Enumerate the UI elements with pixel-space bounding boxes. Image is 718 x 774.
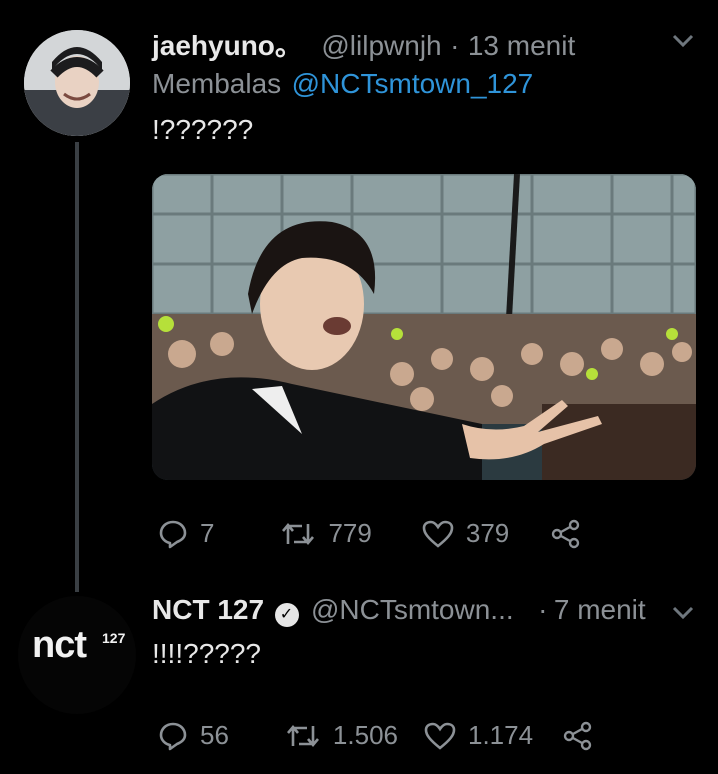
share-icon bbox=[552, 519, 580, 548]
reply-prefix: Membalas bbox=[152, 68, 282, 99]
separator: · bbox=[450, 30, 460, 61]
share-icon bbox=[563, 721, 592, 750]
nct-logo-number: 127 bbox=[102, 630, 126, 646]
handle[interactable]: @NCTsmtown... bbox=[311, 594, 514, 625]
avatar[interactable]: nct 127 bbox=[18, 596, 136, 714]
like-button[interactable]: 379 bbox=[422, 518, 509, 549]
display-name[interactable]: jaehyuno。 bbox=[152, 30, 303, 61]
like-icon bbox=[424, 722, 456, 750]
verified-badge-icon: ✓ bbox=[274, 602, 299, 627]
retweet-count: 1.506 bbox=[332, 720, 398, 750]
chevron-down-icon[interactable] bbox=[672, 606, 694, 625]
timestamp[interactable]: 7 menit bbox=[554, 594, 646, 625]
tweet2-actions: 56 1.506 1.174 bbox=[158, 720, 593, 751]
separator: · bbox=[538, 594, 548, 625]
tweet-text: !?????? bbox=[152, 114, 254, 145]
share-button[interactable] bbox=[563, 721, 593, 751]
media-photo bbox=[152, 174, 696, 480]
like-button[interactable]: 1.174 bbox=[424, 720, 533, 751]
like-count: 379 bbox=[465, 518, 510, 548]
retweet-icon bbox=[282, 522, 315, 545]
display-name[interactable]: NCT 127 bbox=[152, 594, 264, 625]
retweet-count: 779 bbox=[328, 518, 372, 548]
avatar[interactable] bbox=[24, 30, 130, 136]
reply-count: 7 bbox=[200, 518, 215, 548]
like-icon bbox=[422, 520, 454, 548]
retweet-icon bbox=[286, 724, 319, 747]
reply-icon bbox=[159, 520, 187, 548]
avatar-photo bbox=[24, 30, 130, 136]
reply-count: 56 bbox=[200, 720, 229, 750]
reply-icon bbox=[159, 722, 187, 750]
nct-logo: nct bbox=[32, 624, 87, 666]
timestamp[interactable]: 13 menit bbox=[468, 30, 575, 61]
like-count: 1.174 bbox=[468, 720, 534, 750]
thread-connector bbox=[75, 142, 79, 592]
reply-context: Membalas @NCTsmtown_127 bbox=[152, 68, 533, 100]
share-button[interactable] bbox=[551, 519, 581, 549]
chevron-down-icon[interactable] bbox=[672, 34, 694, 53]
tweet-media[interactable] bbox=[152, 174, 696, 480]
tweet2-header: NCT 127 ✓ @NCTsmtown... · 7 menit bbox=[152, 594, 646, 627]
reply-button[interactable]: 56 bbox=[158, 720, 229, 751]
retweet-button[interactable]: 1.506 bbox=[285, 720, 398, 751]
handle[interactable]: @lilpwnjh bbox=[321, 30, 441, 61]
tweet1-header: jaehyuno。 @lilpwnjh · 13 menit bbox=[152, 24, 575, 64]
tweet1-actions: 7 779 379 bbox=[158, 518, 581, 549]
reply-to-link[interactable]: @NCTsmtown_127 bbox=[292, 68, 534, 99]
retweet-button[interactable]: 779 bbox=[280, 518, 372, 549]
tweet-text: !!!!????? bbox=[152, 638, 261, 669]
reply-button[interactable]: 7 bbox=[158, 518, 214, 549]
